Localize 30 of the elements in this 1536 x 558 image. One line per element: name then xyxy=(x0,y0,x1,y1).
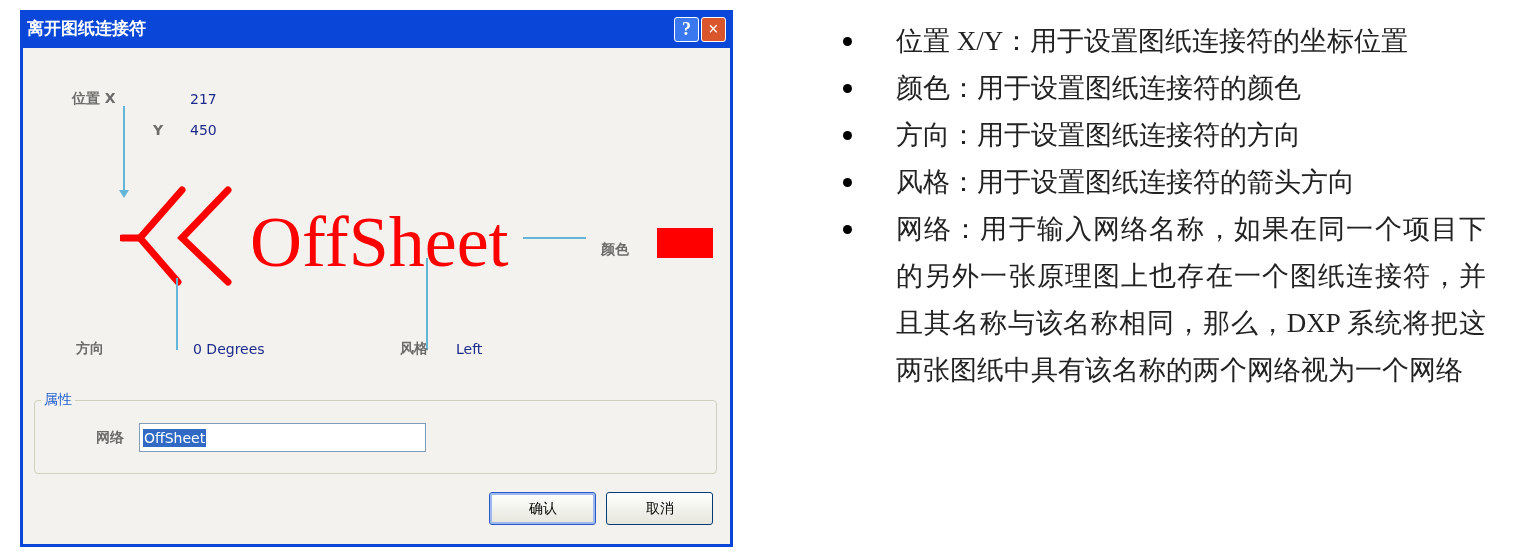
style-label: 风格 xyxy=(400,341,428,355)
orientation-value: 0 Degrees xyxy=(193,342,265,356)
cancel-button[interactable]: 取消 xyxy=(606,492,713,525)
y-label: Y xyxy=(153,123,164,137)
connector-label: OffSheet xyxy=(250,206,509,278)
bullet-text: 方向：用于设置图纸连接符的方向 xyxy=(896,119,1302,152)
group-legend: 属性 xyxy=(41,392,75,406)
window-title: 离开图纸连接符 xyxy=(27,17,146,41)
bullet-text: 颜色：用于设置图纸连接符的颜色 xyxy=(896,72,1302,105)
bullet-icon xyxy=(843,225,852,234)
x-value: 217 xyxy=(190,92,217,106)
leader-line xyxy=(523,236,586,240)
bullet-text: 网络：用于输入网络名称，如果在同一个项目下的另外一张原理图上也存在一个图纸连接符，并且其名称与该名称相同，那么，DXP 系统将把这两张图纸中具有该名称的两个网络视为一个网络 xyxy=(896,213,1486,387)
leader-line xyxy=(175,278,179,350)
bullet-text: 风格：用于设置图纸连接符的箭头方向 xyxy=(896,166,1356,199)
bullet-icon xyxy=(843,84,852,93)
net-label: 网络 xyxy=(96,430,124,444)
color-label: 颜色 xyxy=(601,242,629,256)
help-button[interactable]: ? xyxy=(674,16,699,42)
bullet-icon xyxy=(843,37,852,46)
net-field[interactable]: OffSheet xyxy=(139,423,426,452)
bullet-icon xyxy=(843,131,852,140)
position-label: 位置 X xyxy=(72,91,116,105)
bullet-text: 位置 X/Y：用于设置图纸连接符的坐标位置 xyxy=(896,25,1410,58)
style-value: Left xyxy=(456,342,483,356)
y-value: 450 xyxy=(190,123,217,137)
bullet-icon xyxy=(843,178,852,187)
close-button[interactable]: × xyxy=(701,16,726,42)
ok-button[interactable]: 确认 xyxy=(489,492,596,525)
orientation-label: 方向 xyxy=(76,341,104,355)
